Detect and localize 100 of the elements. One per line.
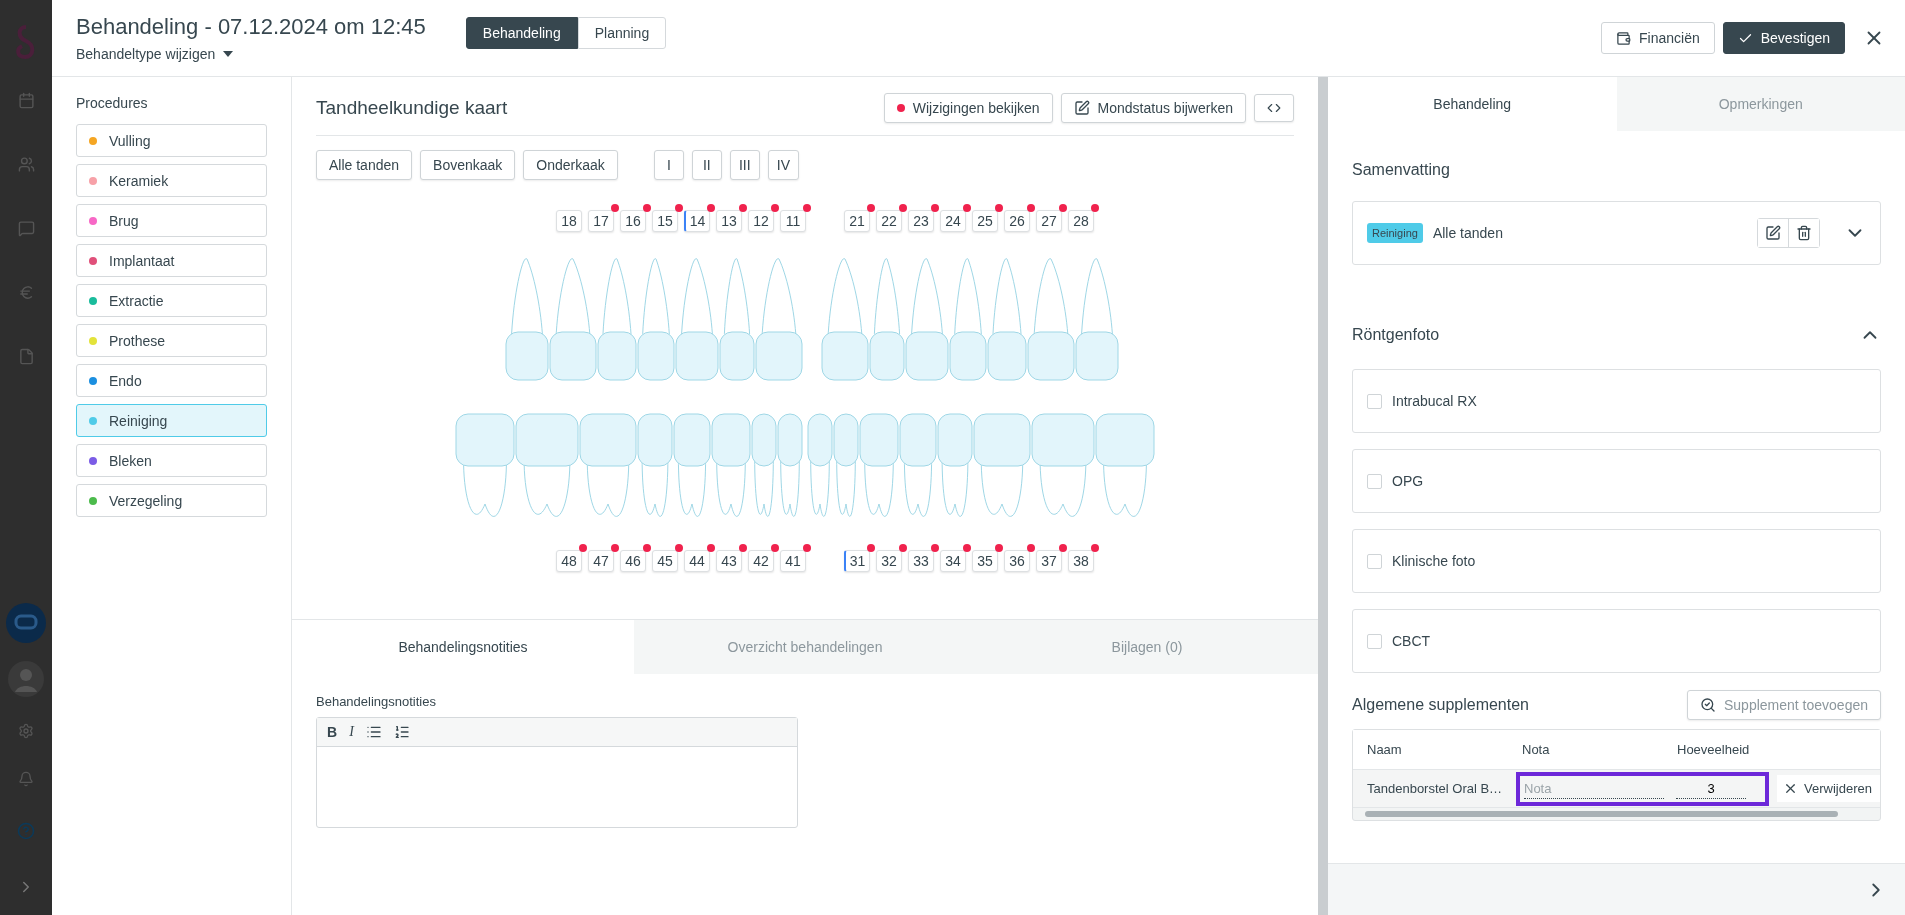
column-header: Naam	[1367, 742, 1403, 757]
bullet-list-button[interactable]	[365, 724, 382, 740]
quadrant-button[interactable]: I	[653, 150, 684, 180]
section-title: Procedures	[76, 95, 149, 111]
quadrant-button[interactable]: IV	[767, 150, 800, 180]
tooth-number[interactable]: 21	[844, 210, 870, 232]
numbered-list-icon	[393, 724, 410, 740]
procedure-item[interactable]: Keramiek	[76, 164, 267, 197]
tooth-number[interactable]: 25	[972, 210, 998, 232]
procedure-item[interactable]: Bleken	[76, 444, 267, 477]
confirm-button[interactable]: Bevestigen	[1722, 22, 1845, 54]
tooth-number[interactable]: 48	[556, 550, 582, 572]
tooth-number[interactable]: 36	[1004, 550, 1030, 572]
close-icon	[1783, 781, 1798, 796]
tooth-number[interactable]: 38	[1068, 550, 1094, 572]
procedure-item[interactable]: Endo	[76, 364, 267, 397]
caret-icon	[223, 51, 234, 57]
procedure-item[interactable]: Implantaat	[76, 244, 267, 277]
checkbox[interactable]	[1367, 553, 1382, 569]
quadrant-button[interactable]: III	[729, 150, 760, 180]
help-icon[interactable]	[17, 822, 35, 840]
italic-button[interactable]: I	[349, 724, 354, 740]
numbered-list-button[interactable]	[393, 724, 410, 740]
procedure-item[interactable]: Extractie	[76, 284, 267, 317]
tooth-number[interactable]: 15	[652, 210, 678, 232]
bullet-list-icon	[365, 724, 382, 740]
checkbox[interactable]	[1367, 473, 1382, 489]
tooth-number[interactable]: 13	[716, 210, 742, 232]
tooth-number[interactable]: 23	[908, 210, 934, 232]
option-label: OPG	[1392, 473, 1424, 489]
bold-button[interactable]: B	[327, 724, 338, 740]
update-status-button[interactable]: Mondstatus bijwerken	[1060, 93, 1246, 123]
scrollbar-thumb[interactable]	[1365, 811, 1838, 817]
tooth-number[interactable]: 22	[876, 210, 902, 232]
view-tab[interactable]: Planning	[577, 17, 667, 49]
tooth-number[interactable]: 34	[940, 550, 966, 572]
tooth-number[interactable]: 33	[908, 550, 934, 572]
bell-icon[interactable]	[18, 771, 34, 787]
filter-button[interactable]: Bovenkaak	[420, 150, 516, 180]
tooth-number[interactable]: 12	[748, 210, 774, 232]
tooth-number[interactable]: 16	[620, 210, 646, 232]
finance-button[interactable]: Financiën	[1601, 22, 1715, 54]
calendar-icon[interactable]	[17, 91, 35, 109]
avatar-icon[interactable]	[7, 660, 45, 698]
search-add-icon	[1700, 697, 1716, 713]
tooth-number[interactable]: 31	[844, 550, 870, 572]
quadrant-button[interactable]: II	[691, 150, 722, 180]
tooth-number[interactable]: 24	[940, 210, 966, 232]
tooth-number[interactable]: 43	[716, 550, 742, 572]
tooth-number[interactable]: 37	[1036, 550, 1062, 572]
tooth-number[interactable]: 47	[588, 550, 614, 572]
quantity-field[interactable]: 3	[1676, 778, 1746, 799]
checkbox[interactable]	[1367, 393, 1382, 409]
wallet-icon	[1616, 30, 1631, 46]
option-label: Klinische foto	[1392, 553, 1476, 569]
tooth-number[interactable]: 42	[748, 550, 774, 572]
summary-text: Alle tanden	[1432, 225, 1504, 241]
chat-bubble-icon[interactable]	[6, 603, 46, 643]
tooth-number[interactable]: 11	[780, 210, 806, 232]
tooth-number[interactable]: 17	[588, 210, 614, 232]
view-tab[interactable]: Behandeling	[465, 17, 578, 49]
field-label: Behandelingsnotities	[316, 694, 437, 709]
code-button[interactable]	[1254, 94, 1294, 122]
tooth-number[interactable]: 41	[780, 550, 806, 572]
tooth-number[interactable]: 14	[684, 210, 710, 232]
filter-button[interactable]: Onderkaak	[523, 150, 618, 180]
users-icon[interactable]	[17, 155, 35, 173]
procedure-tag: Reiniging	[1367, 223, 1423, 243]
section-title: Algemene supplementen	[1352, 696, 1529, 714]
tooth-number[interactable]: 44	[684, 550, 710, 572]
tooth-number[interactable]: 46	[620, 550, 646, 572]
status-dot-icon	[896, 104, 905, 112]
tooth-number[interactable]: 27	[1036, 210, 1062, 232]
view-changes-button[interactable]: Wijzigingen bekijken	[883, 93, 1053, 123]
procedure-item[interactable]: Prothese	[76, 324, 267, 357]
procedure-item[interactable]: Vulling	[76, 124, 267, 157]
tooth-number[interactable]: 18	[556, 210, 582, 232]
column-header: Hoeveelheid	[1677, 742, 1751, 757]
euro-icon[interactable]	[17, 283, 35, 301]
edit-icon	[1765, 225, 1781, 241]
procedure-item[interactable]: Reiniging	[76, 404, 267, 437]
procedure-item[interactable]: Brug	[76, 204, 267, 237]
remove-button[interactable]: Verwijderen	[1777, 775, 1880, 802]
settings-icon[interactable]	[18, 723, 34, 739]
chart-title: Tandheelkundige kaart	[316, 97, 509, 119]
checkbox[interactable]	[1367, 633, 1382, 649]
table-cell-text: Tandenborstel Oral B…	[1367, 781, 1504, 796]
filter-button[interactable]: Alle tanden	[316, 150, 413, 180]
tooth-number[interactable]: 45	[652, 550, 678, 572]
notes-editor[interactable]: B I	[316, 717, 798, 828]
file-icon[interactable]	[17, 347, 35, 365]
note-field[interactable]: Nota	[1524, 778, 1664, 799]
delete-button[interactable]	[1788, 219, 1819, 247]
tooth-number[interactable]: 35	[972, 550, 998, 572]
chat-icon[interactable]	[17, 219, 35, 237]
tooth-number[interactable]: 28	[1068, 210, 1094, 232]
treatment-type-dropdown[interactable]: Behandeltype wijzigen	[76, 46, 426, 62]
procedure-item[interactable]: Verzegeling	[76, 484, 267, 517]
tooth-number[interactable]: 32	[876, 550, 902, 572]
tooth-number[interactable]: 26	[1004, 210, 1030, 232]
